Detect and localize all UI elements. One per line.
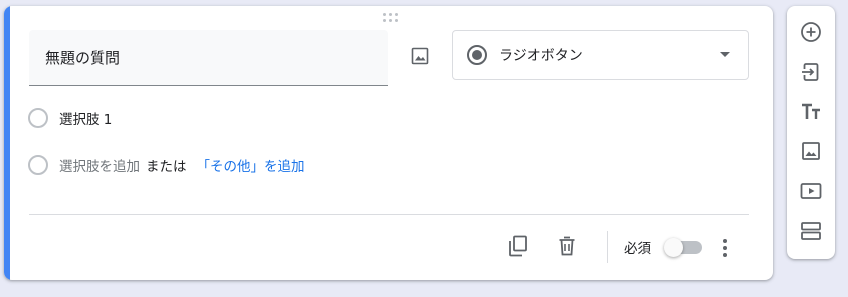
add-option-row: 選択肢を追加 または 「その他」を追加 [28,153,305,177]
radio-unchecked-icon [28,108,48,128]
required-label: 必須 [624,241,651,257]
or-text: または [146,159,187,175]
question-title-field[interactable]: 無題の質問 [29,30,388,86]
add-option-field[interactable]: 選択肢を追加 [59,155,140,175]
question-type-label: ラジオボタン [499,48,583,64]
required-toggle[interactable] [664,238,702,257]
section-icon [801,222,821,240]
question-card: 無題の質問 ラジオボタン 選択肢 1 選択肢を追加 または 「その他」を追加 必… [4,6,773,280]
option-row: 選択肢 1 [28,106,112,130]
delete-icon [559,236,575,256]
footer-separator [607,231,608,263]
duplicate-button[interactable] [503,231,533,261]
add-title-button[interactable] [793,94,829,130]
question-type-dropdown[interactable]: ラジオボタン [452,30,749,80]
import-icon [802,63,819,81]
video-icon [800,183,822,199]
image-icon [411,47,429,65]
drag-handle-icon[interactable] [381,13,399,23]
import-questions-button[interactable] [793,54,829,90]
delete-button[interactable] [552,231,582,261]
image-icon [802,142,820,160]
radio-checked-icon [467,45,487,65]
add-video-button[interactable] [793,173,829,209]
add-section-button[interactable] [793,213,829,249]
dropdown-arrow-icon [720,52,730,57]
title-icon [802,103,820,119]
card-accent-bar [4,6,10,280]
add-question-button[interactable] [793,14,829,50]
add-image-button[interactable] [402,38,438,74]
more-vert-icon [723,239,727,243]
add-other-link[interactable]: 「その他」を追加 [197,155,305,175]
footer-divider [29,214,749,215]
add-circle-icon [801,22,821,42]
side-toolbar [787,6,835,259]
add-image-tool-button[interactable] [793,133,829,169]
more-options-button[interactable] [713,234,737,262]
radio-unchecked-icon [28,155,48,175]
option-label[interactable]: 選択肢 1 [59,108,112,128]
copy-icon [509,235,527,257]
toggle-thumb [664,238,683,257]
